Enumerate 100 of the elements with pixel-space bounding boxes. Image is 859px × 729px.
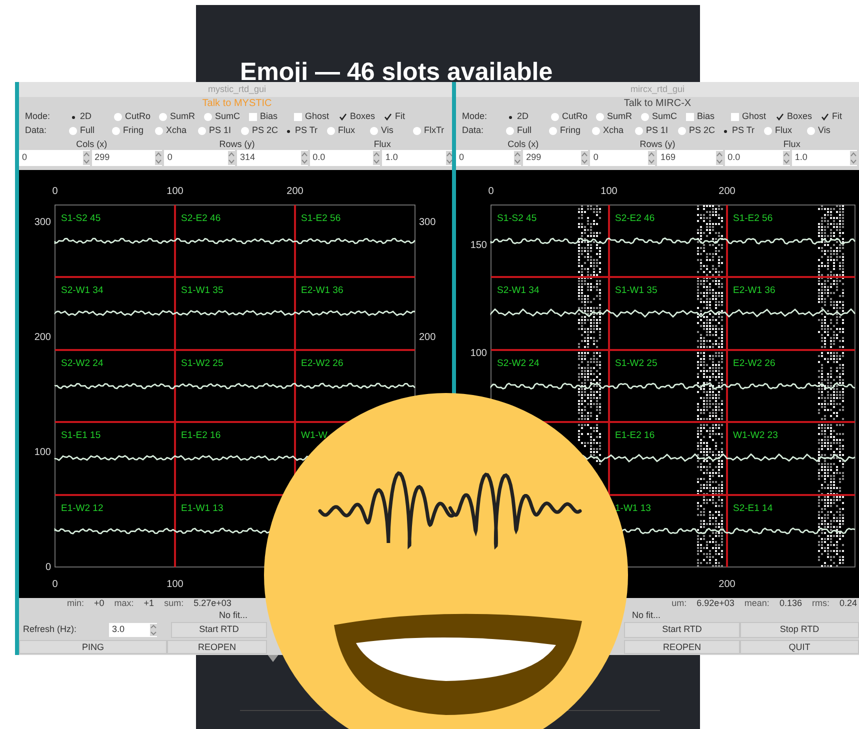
axis-tick-label: 100 bbox=[166, 579, 184, 590]
spinner-arrows-icon[interactable] bbox=[228, 151, 235, 165]
range-label: Cols (x) bbox=[76, 138, 108, 150]
spinner-arrows-icon[interactable] bbox=[373, 151, 380, 165]
spinner-arrows-icon[interactable] bbox=[716, 151, 723, 165]
spin-field[interactable]: 299 bbox=[92, 150, 162, 166]
window-button[interactable]: REOPEN bbox=[167, 640, 267, 654]
axis-tick-label: 300 bbox=[419, 217, 436, 228]
checkbox[interactable]: Ghost bbox=[294, 110, 339, 124]
checkbox[interactable]: Fit bbox=[821, 110, 859, 124]
radio-button[interactable]: Flux bbox=[764, 124, 807, 138]
baseline-label: E1-E2 16 bbox=[181, 430, 221, 441]
radio-button[interactable]: PS Tr bbox=[284, 124, 327, 138]
baseline-label: S1-E2 56 bbox=[733, 213, 773, 224]
data-label: Data: bbox=[462, 124, 485, 138]
baseline-label: S1-E2 56 bbox=[301, 213, 341, 224]
rtd-button[interactable]: Stop RTD bbox=[740, 622, 859, 638]
axis-tick-label: 200 bbox=[718, 579, 736, 590]
fit-status: No fit... bbox=[219, 610, 248, 621]
spinner-arrows-icon[interactable] bbox=[155, 151, 162, 165]
stat-value: 0.136 bbox=[779, 597, 802, 610]
radio-button[interactable]: Fring bbox=[549, 124, 592, 138]
spin-field[interactable]: 0 bbox=[19, 150, 90, 166]
radio-button[interactable]: Full bbox=[506, 124, 549, 138]
refresh-field[interactable]: 3.0 bbox=[109, 623, 157, 637]
radio-button[interactable]: SumC bbox=[204, 110, 249, 124]
stat-label: mean: bbox=[744, 597, 770, 610]
spinner-arrows-icon[interactable] bbox=[850, 151, 857, 165]
spin-field[interactable]: 0.0 bbox=[310, 150, 380, 166]
radio-button[interactable]: Full bbox=[69, 124, 112, 138]
spin-field[interactable]: 169 bbox=[657, 150, 723, 166]
spin-field[interactable]: 1.0 bbox=[792, 150, 857, 166]
window-button[interactable]: REOPEN bbox=[624, 640, 740, 654]
talk-button[interactable]: Talk to MIRC-X bbox=[456, 97, 859, 110]
rtd-button[interactable]: Start RTD bbox=[624, 622, 740, 638]
checkbox[interactable]: Boxes bbox=[776, 110, 821, 124]
radio-button[interactable]: Xcha bbox=[155, 124, 198, 138]
range-label: Rows (y) bbox=[640, 138, 676, 150]
radio-button[interactable]: SumR bbox=[596, 110, 641, 124]
axis-tick-label: 150 bbox=[470, 240, 487, 251]
radio-button[interactable]: Fring bbox=[112, 124, 155, 138]
radio-button[interactable]: PS 2C bbox=[241, 124, 284, 138]
stat-label: rms: bbox=[812, 597, 830, 610]
spinner-arrows-icon[interactable] bbox=[514, 151, 522, 165]
radio-button[interactable]: 2D bbox=[69, 110, 114, 124]
spinner-arrows-icon[interactable] bbox=[82, 151, 90, 165]
spin-field[interactable]: 1.0 bbox=[382, 150, 453, 166]
spin-field[interactable]: 299 bbox=[523, 150, 588, 166]
checkbox[interactable]: Fit bbox=[384, 110, 429, 124]
radio-button[interactable]: Xcha bbox=[592, 124, 635, 138]
radio-button[interactable]: Vis bbox=[370, 124, 413, 138]
baseline-label: E1-E2 16 bbox=[615, 430, 655, 441]
baseline-label: S1-W2 25 bbox=[615, 358, 658, 369]
radio-button[interactable]: CutRo bbox=[551, 110, 596, 124]
fit-status: No fit... bbox=[632, 610, 661, 621]
radio-button[interactable]: PS 1I bbox=[635, 124, 678, 138]
range-label: Rows (y) bbox=[219, 138, 255, 150]
checkbox[interactable]: Bias bbox=[249, 110, 294, 124]
radio-button[interactable]: SumR bbox=[159, 110, 204, 124]
checkbox[interactable]: Ghost bbox=[731, 110, 776, 124]
radio-button[interactable]: PS Tr bbox=[721, 124, 764, 138]
spin-field[interactable]: 0.0 bbox=[724, 150, 790, 166]
spinner-arrows-icon[interactable] bbox=[782, 151, 790, 165]
spin-field[interactable]: 0 bbox=[590, 150, 656, 166]
axis-tick-label: 200 bbox=[286, 186, 304, 197]
radio-button[interactable]: CutRo bbox=[114, 110, 159, 124]
checkbox[interactable]: Bias bbox=[686, 110, 731, 124]
radio-button[interactable]: PS 1I bbox=[198, 124, 241, 138]
spin-field[interactable]: 0 bbox=[456, 150, 522, 166]
baseline-label: S2-E1 14 bbox=[733, 503, 773, 514]
spinner-arrows-icon[interactable] bbox=[446, 151, 453, 165]
checkbox[interactable]: Boxes bbox=[339, 110, 384, 124]
window-title: mircx_rtd_gui bbox=[630, 82, 685, 96]
radio-button[interactable]: Flux bbox=[327, 124, 370, 138]
baseline-label: E1-W1 13 bbox=[181, 503, 224, 514]
spin-field[interactable]: 314 bbox=[236, 150, 308, 166]
baseline-label: S1-E1 15 bbox=[61, 430, 101, 441]
spinner-arrows-icon[interactable] bbox=[300, 151, 308, 165]
baseline-label: E2-W1 36 bbox=[733, 285, 776, 296]
rtd-button[interactable]: Start RTD bbox=[171, 622, 267, 638]
baseline-label: W1-W2 23 bbox=[733, 430, 778, 441]
window-button[interactable]: QUIT bbox=[740, 640, 859, 654]
radio-button[interactable]: 2D bbox=[506, 110, 551, 124]
baseline-label: S2-W2 24 bbox=[61, 358, 104, 369]
radio-button[interactable]: Vis bbox=[807, 124, 850, 138]
radio-button[interactable]: SumC bbox=[641, 110, 686, 124]
stat-label: max: bbox=[114, 597, 134, 610]
baseline-label: E2-W2 26 bbox=[301, 358, 344, 369]
baseline-label: S2-E2 46 bbox=[615, 213, 655, 224]
stat-label: min: bbox=[67, 597, 84, 610]
spinner-arrows-icon[interactable] bbox=[648, 151, 656, 165]
spin-field[interactable]: 0 bbox=[164, 150, 235, 166]
stat-label: um: bbox=[672, 597, 687, 610]
data-label: Data: bbox=[25, 124, 48, 138]
mode-label: Mode: bbox=[462, 110, 488, 124]
window-button[interactable]: PING bbox=[19, 640, 167, 654]
radio-button[interactable]: PS 2C bbox=[678, 124, 721, 138]
spinner-arrows-icon[interactable] bbox=[581, 151, 588, 165]
spinner-arrows-icon[interactable] bbox=[150, 624, 157, 636]
window-title: mystic_rtd_gui bbox=[208, 82, 266, 96]
